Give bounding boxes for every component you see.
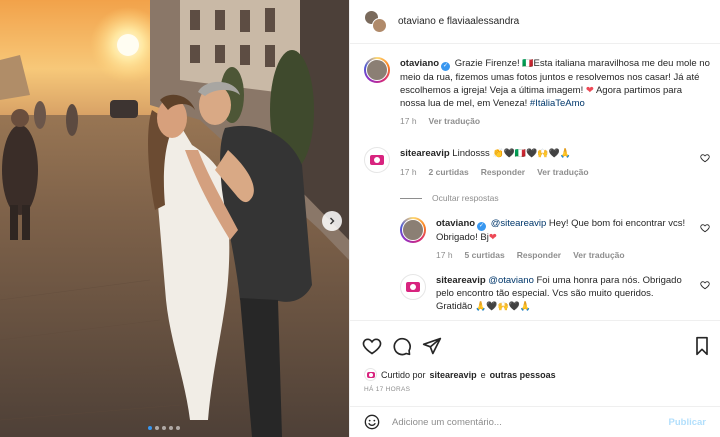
action-bar: [350, 320, 720, 370]
liked-by-others[interactable]: outras pessoas: [490, 370, 556, 380]
add-comment-bar: Publicar: [350, 406, 720, 437]
liked-by-prefix: Curtido por: [381, 369, 426, 380]
collab-avatars[interactable]: [364, 9, 388, 34]
reply-username[interactable]: otaviano: [436, 218, 475, 229]
comment-emojis: 👏🖤🇮🇹🖤🙌🖤🙏: [492, 149, 571, 159]
reply-time: 17 h: [436, 250, 453, 260]
mention-link[interactable]: @otaviano: [488, 275, 534, 286]
reply-button[interactable]: Responder: [481, 167, 525, 177]
heart-emoji: ❤: [488, 232, 497, 243]
carousel-dot: [155, 426, 159, 430]
like-heart-icon[interactable]: [362, 336, 382, 356]
reply: siteareavip @otaviano Foi uma honra para…: [400, 274, 710, 314]
comment: siteareavip Lindosss 👏🖤🇮🇹🖤🙌🖤🙏 17 h 2 cur…: [364, 147, 710, 177]
see-translation-link[interactable]: Ver tradução: [429, 116, 481, 126]
reply: otaviano ✓ @siteareavip Hey! Que bom foi …: [400, 217, 710, 260]
post-photo[interactable]: [0, 0, 349, 437]
reply-likes[interactable]: 5 curtidas: [465, 250, 505, 260]
reply-username[interactable]: siteareavip: [436, 275, 486, 286]
avatar: [364, 368, 377, 381]
carousel-dot: [176, 426, 180, 430]
comment-text: Lindosss: [452, 148, 493, 159]
verified-badge-icon: ✓: [477, 222, 487, 231]
comments-section[interactable]: otaviano ✓ Grazie Firenze! 🇮🇹Esta italian…: [350, 45, 720, 320]
hide-replies-toggle[interactable]: Ocultar respostas: [400, 193, 499, 203]
italy-flag-emoji: 🇮🇹: [522, 59, 534, 69]
hashtag-link[interactable]: #ItáliaTeAmo: [530, 98, 585, 109]
comment-likes[interactable]: 2 curtidas: [429, 167, 469, 177]
post-authors[interactable]: otaviano e flaviaalessandra: [398, 16, 519, 27]
hide-replies-label: Ocultar respostas: [432, 193, 499, 203]
comment-username[interactable]: siteareavip: [400, 148, 450, 159]
caption-text: Grazie Firenze!: [454, 58, 523, 69]
couple-kissing-sunset-photo: [0, 0, 349, 437]
carousel-dot: [169, 426, 173, 430]
caption-time: 17 h: [400, 116, 417, 126]
caption-username[interactable]: otaviano: [400, 58, 439, 69]
liked-by-and: e: [480, 369, 486, 380]
see-translation-link[interactable]: Ver tradução: [537, 167, 589, 177]
carousel-indicator: [148, 426, 180, 430]
reply-button[interactable]: Responder: [517, 250, 561, 260]
verified-badge-icon: ✓: [441, 62, 451, 71]
avatar[interactable]: [364, 57, 390, 83]
avatar[interactable]: [400, 274, 426, 300]
comment-bubble-icon[interactable]: [392, 336, 412, 356]
carousel-dot: [162, 426, 166, 430]
comment-time: 17 h: [400, 167, 417, 177]
carousel-dot: [148, 426, 152, 430]
emoji-smiley-icon[interactable]: [364, 414, 380, 430]
post-details-panel: otaviano e flaviaalessandra otaviano ✓ Gr…: [349, 0, 720, 437]
avatar: [372, 17, 387, 33]
post-timestamp[interactable]: HÁ 17 HORAS: [364, 386, 410, 393]
avatar[interactable]: [400, 217, 426, 243]
reply-emojis: 🙏🖤🙌🖤🙏: [475, 302, 532, 312]
instagram-post: otaviano e flaviaalessandra otaviano ✓ Gr…: [0, 0, 720, 437]
chevron-right-icon: [330, 217, 335, 225]
heart-emoji: ❤: [585, 85, 594, 96]
like-comment-heart-icon[interactable]: [700, 153, 710, 163]
like-reply-heart-icon[interactable]: [700, 280, 710, 290]
next-slide-button[interactable]: [322, 211, 342, 231]
comment-input[interactable]: [392, 416, 669, 428]
avatar[interactable]: [364, 147, 390, 173]
like-reply-heart-icon[interactable]: [700, 223, 710, 233]
see-translation-link[interactable]: Ver tradução: [573, 250, 625, 260]
mention-link[interactable]: @siteareavip: [491, 218, 547, 229]
publish-button[interactable]: Publicar: [669, 417, 707, 428]
bookmark-icon[interactable]: [692, 336, 712, 356]
share-paper-plane-icon[interactable]: [422, 336, 442, 356]
post-header: otaviano e flaviaalessandra: [350, 0, 720, 44]
liked-by-user[interactable]: siteareavip: [430, 370, 477, 380]
caption: otaviano ✓ Grazie Firenze! 🇮🇹Esta italian…: [364, 57, 710, 126]
liked-by: Curtido por siteareavip e outras pessoas: [364, 368, 556, 381]
